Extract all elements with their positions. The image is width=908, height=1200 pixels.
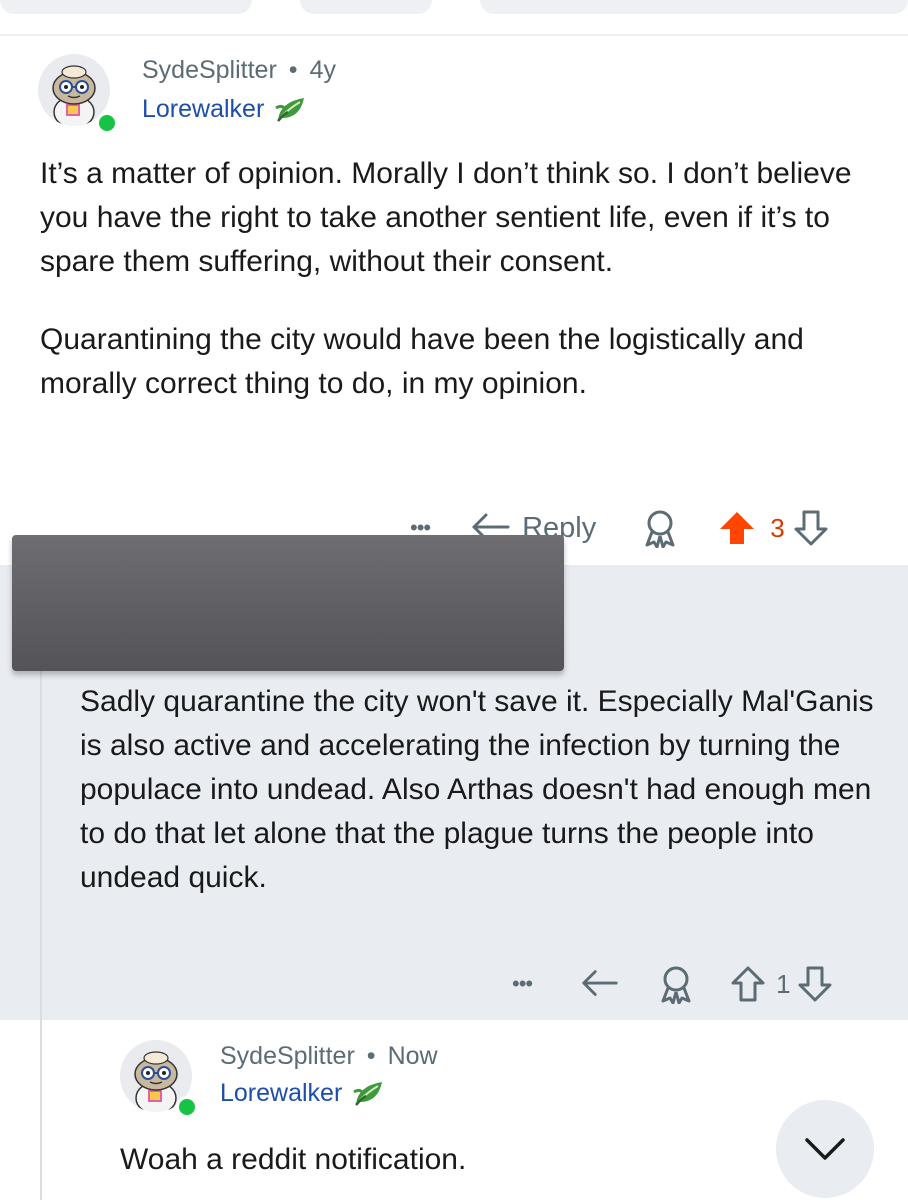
user-flair: Lorewalker: [220, 1078, 343, 1107]
comment-paragraph: It’s a matter of opinion. Morally I don’…: [40, 157, 852, 278]
comment-1-body: It’s a matter of opinion. Morally I don’…: [40, 152, 862, 406]
comment-3-body: Woah a reddit notification.: [120, 1138, 760, 1182]
online-indicator: [176, 1096, 198, 1118]
vote-score: 1: [776, 968, 791, 999]
comment-3-meta: SydeSplitter • Now: [220, 1042, 438, 1071]
award-icon[interactable]: [658, 964, 694, 1004]
comment-age: Now: [387, 1042, 438, 1070]
meta-separator: •: [366, 1042, 376, 1070]
downvote-icon[interactable]: [797, 965, 833, 1003]
comment-paragraph: Woah a reddit notification.: [120, 1143, 467, 1176]
divider: [0, 34, 908, 36]
top-tab-left: [0, 0, 252, 14]
comment-3-flair: Lorewalker: [220, 1078, 386, 1108]
comment-2-body: Sadly quarantine the city won't save it.…: [80, 680, 880, 900]
comment-paragraph: Sadly quarantine the city won't save it.…: [80, 685, 874, 894]
vote-score: 3: [770, 512, 785, 543]
comment-1-meta: SydeSplitter • 4y: [142, 56, 336, 85]
comment-paragraph: Quarantining the city would have been th…: [40, 323, 804, 400]
leaf-icon: [353, 1082, 383, 1106]
username[interactable]: SydeSplitter: [220, 1042, 355, 1071]
user-flair: Lorewalker: [142, 94, 265, 123]
award-icon[interactable]: [642, 508, 678, 548]
downvote-icon[interactable]: [793, 509, 829, 547]
chevron-down-icon: [805, 1138, 845, 1160]
top-tab-mid: [300, 0, 432, 14]
online-indicator: [96, 112, 118, 134]
scroll-to-next-button[interactable]: [776, 1100, 874, 1198]
username[interactable]: SydeSplitter: [142, 56, 277, 85]
redacted-username-block: [12, 535, 564, 671]
reply-icon[interactable]: [580, 967, 620, 1001]
top-tab-right: [480, 0, 908, 14]
comment-age: 4y: [309, 56, 336, 84]
meta-separator: •: [288, 56, 298, 84]
upvote-icon[interactable]: [730, 965, 766, 1003]
comment-1-flair: Lorewalker: [142, 94, 308, 124]
leaf-icon: [275, 98, 305, 122]
comment-2-actions: ••• 1: [512, 962, 833, 1006]
upvote-icon[interactable]: [718, 509, 756, 547]
more-options-button[interactable]: •••: [512, 971, 533, 997]
